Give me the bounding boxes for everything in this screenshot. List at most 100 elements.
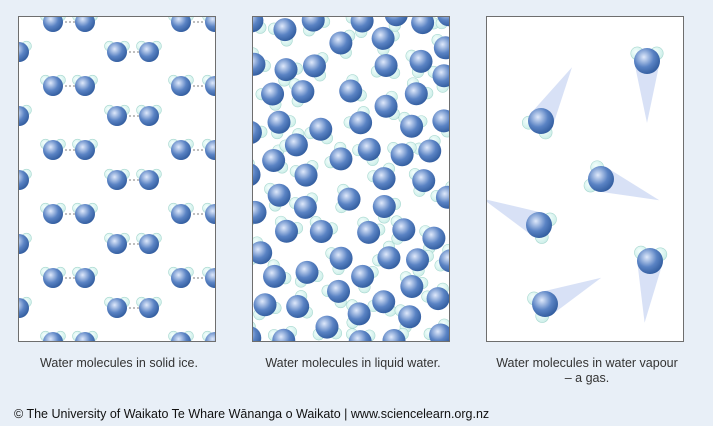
oxygen-atom [253,293,277,317]
oxygen-atom [205,17,215,32]
oxygen-atom [374,53,398,77]
water-molecule [321,279,351,309]
oxygen-atom [432,109,449,133]
water-molecule [136,40,162,62]
water-molecule [104,104,130,126]
gas-caption-line1: Water molecules in water vapour [496,356,678,370]
water-molecule [253,236,273,265]
water-molecule [72,138,98,160]
oxygen-atom [349,111,373,135]
water-molecule [274,215,304,243]
water-molecule [398,111,428,138]
water-molecule [268,18,297,47]
gas-molecules [487,46,668,323]
water-molecule [72,17,98,32]
water-molecule [419,225,446,255]
water-molecule [104,296,130,318]
oxygen-atom [302,54,326,78]
water-molecule [372,240,401,270]
water-molecule [423,318,449,341]
oxygen-atom [274,58,298,82]
oxygen-atom [398,305,422,329]
oxygen-atom [107,170,127,190]
oxygen-atom [139,42,159,62]
water-molecule [136,104,162,126]
water-molecule [346,299,371,329]
oxygen-atom [75,17,95,32]
water-molecule [427,64,449,93]
oxygen-atom [588,166,614,192]
oxygen-atom [418,139,442,163]
oxygen-atom [253,326,262,341]
oxygen-atom [139,170,159,190]
oxygen-atom [412,169,436,193]
gas-caption-line2: – a gas. [564,371,610,385]
oxygen-atom [350,17,374,33]
water-molecule [253,17,267,34]
oxygen-atom [261,82,285,106]
water-molecule [264,182,291,212]
oxygen-atom [347,302,371,326]
water-molecule [40,17,66,32]
oxygen-atom [286,295,310,319]
oxygen-atom [309,117,333,141]
water-molecule [324,141,353,171]
water-molecule [312,315,343,341]
copyright-footer: © The University of Waikato Te Whare Wān… [14,407,490,421]
oxygen-atom [385,17,408,27]
water-molecule [168,202,194,224]
water-molecule [374,90,400,121]
oxygen-atom [339,79,363,103]
water-molecule [72,202,98,224]
oxygen-atom [171,204,191,224]
oxygen-atom [295,260,319,284]
oxygen-atom [404,82,428,106]
water-molecule [72,330,98,341]
oxygen-atom [372,290,396,314]
water-molecule [382,327,409,341]
oxygen-atom [284,133,308,157]
water-molecule [19,168,32,190]
oxygen-atom [262,148,286,172]
water-molecule [40,330,66,341]
water-molecule [413,135,442,163]
oxygen-atom [377,246,401,270]
oxygen-atom [294,163,318,187]
water-molecule [339,74,367,103]
oxygen-atom [107,234,127,254]
oxygen-atom [253,52,266,76]
oxygen-atom [43,76,63,96]
water-molecule [432,109,449,138]
water-molecule [521,108,554,140]
water-molecule [351,264,379,294]
oxygen-atom [400,275,424,299]
oxygen-atom [139,298,159,318]
oxygen-atom [329,31,353,55]
water-molecule [404,77,434,106]
water-molecule [346,328,376,341]
water-molecule [253,159,261,186]
oxygen-atom [406,248,430,272]
water-molecule [387,141,417,167]
oxygen-atom [422,226,446,250]
water-molecule [253,321,262,341]
oxygen-atom [411,17,435,35]
water-molecule [367,290,397,317]
oxygen-atom [139,106,159,126]
oxygen-atom [171,140,191,160]
water-molecule [104,168,130,190]
water-molecule [202,266,215,288]
oxygen-atom [107,42,127,62]
water-molecule [526,212,557,244]
water-molecule [263,259,292,288]
liquid-caption: Water molecules in liquid water. [265,356,441,370]
water-molecule [253,293,282,321]
water-molecule [136,232,162,254]
oxygen-atom [392,218,416,242]
oxygen-atom [253,241,273,265]
water-molecule [435,17,449,30]
oxygen-atom [337,187,361,211]
water-molecule [19,40,32,62]
water-molecule [168,17,194,32]
water-molecule [19,296,32,318]
